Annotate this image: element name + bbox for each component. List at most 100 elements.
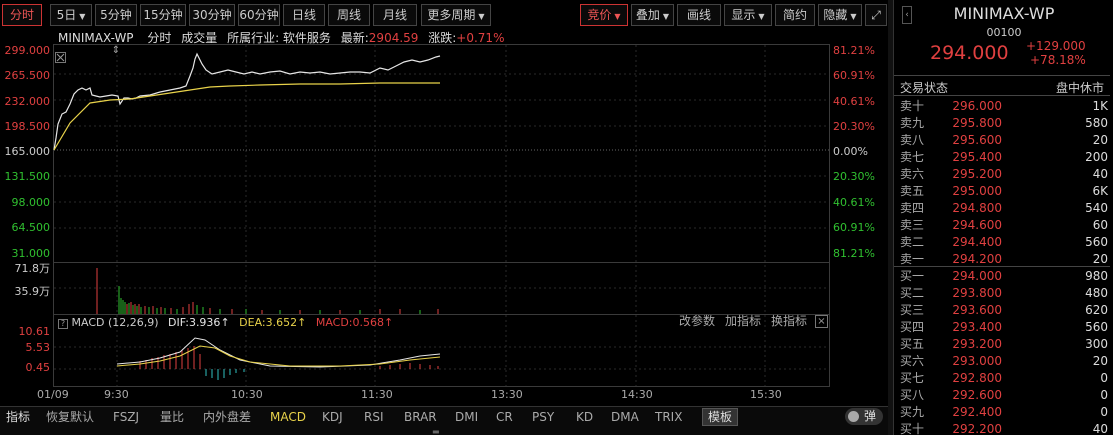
tab-intraday[interactable]: 分时 <box>2 4 42 26</box>
macd-dea: DEA:3.652 <box>239 316 298 329</box>
chevron-down-icon: ▼ <box>850 12 857 21</box>
macd-tick: 5.53 <box>25 341 51 354</box>
auction-button[interactable]: 竞价 ▼ <box>580 4 628 26</box>
quote-panel: ‹ MINIMAX-WP 00100 294.000 +129.000 +78.… <box>893 0 1113 435</box>
pct-tick: 40.61% <box>833 196 875 209</box>
tab-monthly[interactable]: 月线 <box>373 4 417 26</box>
indicator-kd[interactable]: KD <box>576 409 593 425</box>
ask-row[interactable]: 卖九 295.800 580 <box>900 115 1110 131</box>
book-divider <box>894 266 1110 267</box>
volume-tick: 35.9万 <box>14 285 51 298</box>
tab-5day[interactable]: 5日 ▼ <box>50 4 92 26</box>
indicator-psy[interactable]: PSY <box>532 409 554 425</box>
tab-60min[interactable]: 60分钟 <box>238 4 280 26</box>
status-value: 盘中休市 <box>1055 81 1104 95</box>
hide-button[interactable]: 隐藏 ▼ <box>818 4 862 26</box>
macd-title: MACD (12,26,9) <box>71 316 159 329</box>
macd-tick: 0.45 <box>25 361 51 374</box>
pct-tick: 81.21% <box>833 44 875 57</box>
ask-row[interactable]: 卖二 294.400 560 <box>900 234 1110 250</box>
bid-row[interactable]: 买五 293.200 300 <box>900 336 1110 352</box>
price-tick: 198.500 <box>4 120 51 133</box>
pct-tick: 60.91% <box>833 221 875 234</box>
template-button[interactable]: 模板 <box>702 408 739 426</box>
indicator-fszj[interactable]: FSZJ <box>113 409 139 425</box>
indicator-rsi[interactable]: RSI <box>364 409 384 425</box>
ask-row[interactable]: 卖三 294.600 60 <box>900 217 1110 233</box>
chevron-down-icon: ▼ <box>614 12 621 21</box>
pct-tick: 20.30% <box>833 170 875 183</box>
edit-params-button[interactable]: 改参数 <box>679 315 715 328</box>
marker-icon: ⇕ <box>112 45 120 56</box>
restore-default-button[interactable]: 恢复默认 <box>46 409 94 425</box>
quote-pct: +78.18% <box>1030 53 1086 67</box>
ask-row[interactable]: 卖七 295.400 200 <box>900 149 1110 165</box>
quote-price: 294.000 <box>930 42 1009 64</box>
time-tick: 13:30 <box>491 388 523 401</box>
bid-row[interactable]: 买四 293.400 560 <box>900 319 1110 335</box>
fullscreen-icon[interactable]: ⤢ <box>865 4 887 26</box>
status-row: 交易状态 盘中休市 <box>894 75 1110 96</box>
bid-row[interactable]: 买六 293.000 20 <box>900 353 1110 369</box>
indicator-trix[interactable]: TRIX <box>655 409 682 425</box>
intraday-chart[interactable]: ⇕ <box>0 28 890 406</box>
bid-row[interactable]: 买二 293.800 480 <box>900 285 1110 301</box>
time-tick: 10:30 <box>231 388 263 401</box>
simple-button[interactable]: 简约 <box>775 4 815 26</box>
draw-button[interactable]: 画线 <box>677 4 721 26</box>
bid-row[interactable]: 买一 294.000 980 <box>900 268 1110 284</box>
ask-row[interactable]: 卖十 296.000 1K <box>900 98 1110 114</box>
price-tick: 31.000 <box>11 247 51 260</box>
price-tick: 299.000 <box>4 44 51 57</box>
tab-15min[interactable]: 15分钟 <box>140 4 186 26</box>
add-indicator-button[interactable]: 加指标 <box>725 315 761 328</box>
overlay-button[interactable]: 叠加 ▼ <box>631 4 674 26</box>
tab-30min[interactable]: 30分钟 <box>189 4 235 26</box>
more-periods-button[interactable]: 更多周期 ▼ <box>421 4 491 26</box>
ask-row[interactable]: 卖五 295.000 6K <box>900 183 1110 199</box>
bid-row[interactable]: 买三 293.600 620 <box>900 302 1110 318</box>
indicator-macd[interactable]: MACD <box>270 409 306 425</box>
status-label: 交易状态 <box>900 81 949 95</box>
indicator-volratio[interactable]: 量比 <box>160 409 184 425</box>
price-tick: 232.000 <box>4 95 51 108</box>
bid-row[interactable]: 买十 292.200 40 <box>900 421 1110 435</box>
ask-row[interactable]: 卖六 295.200 40 <box>900 166 1110 182</box>
popup-toggle[interactable]: 弹 <box>845 408 883 425</box>
time-tick: 11:30 <box>361 388 393 401</box>
close-indicator-icon[interactable]: × <box>815 315 828 328</box>
indicator-dma[interactable]: DMA <box>611 409 639 425</box>
chevron-down-icon: ▼ <box>662 12 670 21</box>
pct-tick: 60.91% <box>833 69 875 82</box>
macd-histogram <box>139 346 439 380</box>
macd-value: MACD:0.568 <box>315 316 384 329</box>
macd-dif: DIF:3.936 <box>168 316 221 329</box>
ask-row[interactable]: 卖一 294.200 20 <box>900 251 1110 267</box>
indicator-kdj[interactable]: KDJ <box>322 409 343 425</box>
bid-row[interactable]: 买七 292.800 0 <box>900 370 1110 386</box>
tab-5min[interactable]: 5分钟 <box>95 4 137 26</box>
price-tick: 165.000 <box>4 145 51 158</box>
quote-name: MINIMAX-WP <box>953 4 1055 23</box>
bid-row[interactable]: 买九 292.400 0 <box>900 404 1110 420</box>
pct-tick: 0.00% <box>833 145 868 158</box>
bid-row[interactable]: 买八 292.600 0 <box>900 387 1110 403</box>
time-tick: 15:30 <box>750 388 782 401</box>
switch-indicator-button[interactable]: 换指标 <box>771 315 807 328</box>
macd-header: ? MACD (12,26,9) DIF:3.936↑ DEA:3.652↑ M… <box>58 316 393 329</box>
indicator-bar: 指标 恢复默认 FSZJ 量比 内外盘差 MACD KDJ RSI BRAR D… <box>0 406 888 435</box>
indicator-dmi[interactable]: DMI <box>455 409 478 425</box>
indicator-cr[interactable]: CR <box>496 409 513 425</box>
display-button[interactable]: 显示 ▼ <box>724 4 772 26</box>
quote-change: +129.000 <box>1026 39 1086 53</box>
indicator-inout[interactable]: 内外盘差 <box>203 409 251 425</box>
collapse-icon[interactable]: ▬ <box>432 428 448 435</box>
ask-row[interactable]: 卖八 295.600 20 <box>900 132 1110 148</box>
indicator-brar[interactable]: BRAR <box>404 409 437 425</box>
price-tick: 131.500 <box>4 170 51 183</box>
tab-weekly[interactable]: 周线 <box>328 4 370 26</box>
help-icon[interactable]: ? <box>58 319 68 329</box>
price-tick: 98.000 <box>11 196 51 209</box>
tab-daily[interactable]: 日线 <box>283 4 325 26</box>
ask-row[interactable]: 卖四 294.800 540 <box>900 200 1110 216</box>
